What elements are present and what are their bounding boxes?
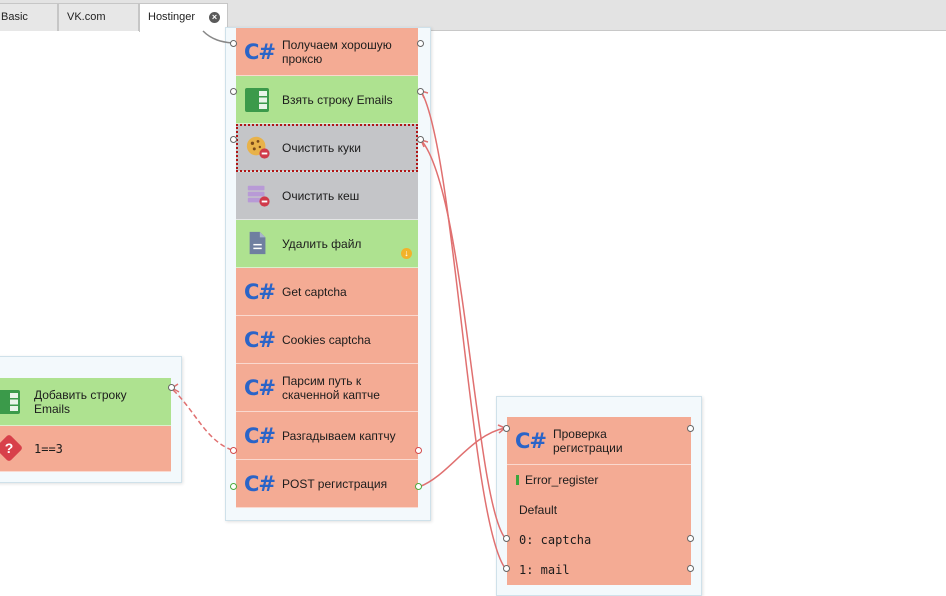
csharp-icon: C# [244, 40, 276, 64]
node-if-condition[interactable]: ? 1==3 [0, 426, 171, 472]
port-case[interactable] [503, 565, 510, 572]
switch-row-captcha[interactable]: 0: captcha [507, 525, 691, 555]
port-out[interactable] [417, 40, 424, 47]
switch-row-label: Default [519, 503, 558, 517]
cache-remove-icon [247, 185, 270, 207]
switch-row-label: 0: captcha [519, 533, 592, 547]
node-solve-captcha[interactable]: C# Разгадываем каптчу [236, 412, 418, 460]
close-icon[interactable]: × [209, 12, 220, 23]
tab-bar: Basic VK.com Hostinger × [0, 0, 946, 32]
main-action-group[interactable]: C# Получаем хорошую проксю Взять строку … [225, 27, 431, 521]
node-post-registration[interactable]: C# POST регистрация [236, 460, 418, 508]
port-out[interactable] [687, 425, 694, 432]
node-label: Очистить кеш [282, 188, 360, 203]
node-label: Очистить куки [282, 140, 361, 155]
question-mark: ? [4, 440, 14, 456]
tab-label: VK.com [67, 11, 106, 23]
project-canvas[interactable]: C# Получаем хорошую проксю Взять строку … [0, 27, 946, 596]
port-case[interactable] [503, 535, 510, 542]
port-error[interactable] [415, 447, 422, 454]
csharp-icon: C# [244, 472, 276, 496]
node-label: Разгадываем каптчу [282, 428, 396, 443]
table-list-icon [0, 390, 20, 414]
csharp-icon: C# [244, 328, 276, 352]
node-parse-captcha-path[interactable]: C# Парсим путь к скаченной каптче [236, 364, 418, 412]
port-error[interactable] [230, 447, 237, 454]
right-switch-group[interactable]: C# Проверка регистрации Error_register D… [496, 396, 702, 596]
csharp-icon: C# [244, 424, 276, 448]
switch-row-mail[interactable]: 1: mail [507, 555, 691, 585]
port-out[interactable] [687, 535, 694, 542]
csharp-icon: C# [515, 429, 547, 453]
port-in[interactable] [503, 425, 510, 432]
switch-row-error-register[interactable]: Error_register [507, 465, 691, 495]
node-label: Получаем хорошую проксю [282, 37, 392, 66]
node-label: POST регистрация [282, 476, 388, 491]
port-out[interactable] [417, 136, 424, 143]
node-label: Парсим путь к скаченной каптче [282, 373, 380, 402]
node-add-email-line[interactable]: Добавить строку Emails [0, 378, 171, 426]
port-in[interactable] [230, 88, 237, 95]
tab-hostinger[interactable]: Hostinger × [139, 3, 228, 32]
node-clear-cache[interactable]: Очистить кеш [236, 172, 418, 220]
port-in[interactable] [230, 136, 237, 143]
node-label: Проверка регистрации [553, 426, 623, 455]
switch-row-label: Error_register [525, 473, 599, 487]
node-take-emails[interactable]: Взять строку Emails [236, 76, 418, 124]
port-out[interactable] [168, 384, 175, 391]
file-icon [249, 231, 266, 255]
node-label: Добавить строку Emails [34, 387, 127, 416]
csharp-icon: C# [244, 280, 276, 304]
node-label: 1==3 [34, 441, 63, 456]
switch-row-default[interactable]: Default [507, 495, 691, 525]
node-label: Get captcha [282, 284, 347, 299]
port-in[interactable] [230, 40, 237, 47]
node-check-registration[interactable]: C# Проверка регистрации [507, 417, 691, 465]
tab-basic[interactable]: Basic [0, 3, 58, 31]
node-get-captcha[interactable]: C# Get captcha [236, 268, 418, 316]
download-badge-icon: ↓ [401, 248, 412, 259]
node-label: Cookies captcha [282, 332, 371, 347]
tab-label: Basic [1, 11, 28, 23]
table-list-icon [245, 88, 269, 112]
node-get-proxy[interactable]: C# Получаем хорошую проксю [236, 28, 418, 76]
cookie-remove-icon [246, 136, 270, 159]
port-out[interactable] [417, 88, 424, 95]
csharp-icon: C# [244, 376, 276, 400]
node-label: Удалить файл [282, 236, 362, 251]
port-success[interactable] [415, 483, 422, 490]
node-clear-cookies[interactable]: Очистить куки [236, 124, 418, 172]
node-delete-file[interactable]: Удалить файл ↓ [236, 220, 418, 268]
tab-label: Hostinger [148, 11, 196, 23]
status-indicator [516, 475, 519, 485]
node-label: Взять строку Emails [282, 92, 393, 107]
port-out[interactable] [687, 565, 694, 572]
left-action-group[interactable]: Добавить строку Emails ? 1==3 [0, 356, 182, 483]
switch-row-label: 1: mail [519, 563, 570, 577]
port-in[interactable] [230, 483, 237, 490]
node-cookies-captcha[interactable]: C# Cookies captcha [236, 316, 418, 364]
condition-icon: ? [0, 433, 24, 463]
tab-vk[interactable]: VK.com [58, 3, 139, 31]
